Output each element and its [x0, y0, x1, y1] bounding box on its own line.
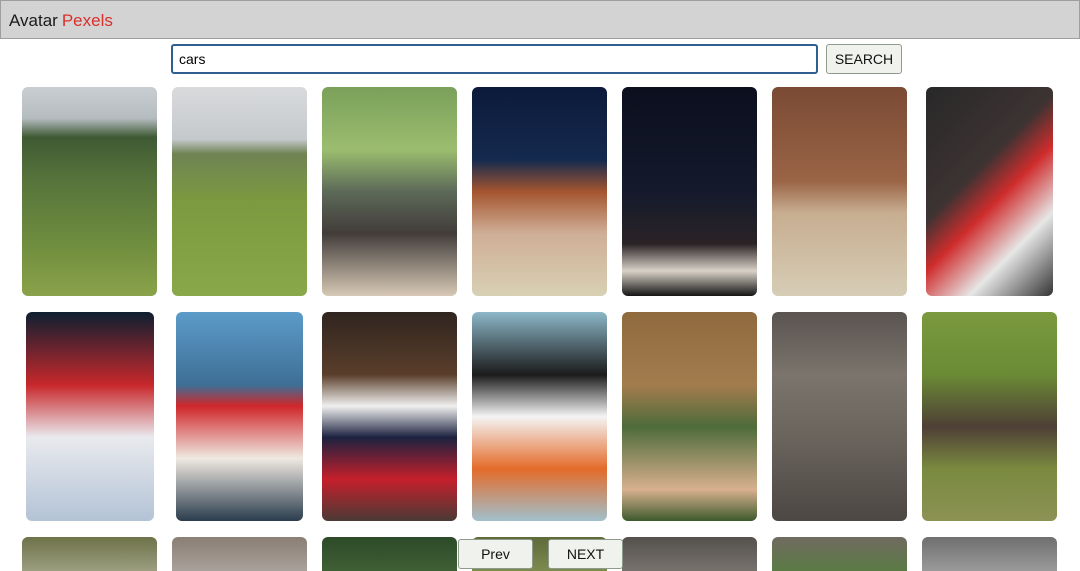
photo-thumbnail-row3-photo-6[interactable] [772, 537, 907, 571]
photo-thumbnail-row3-photo-3[interactable] [322, 537, 457, 571]
brand-logo[interactable]: Avatar Pexels [9, 11, 113, 31]
photo-thumbnail-twin-women-with-skull[interactable] [622, 87, 757, 296]
photo-thumbnail-spotted-dog[interactable] [472, 312, 607, 521]
photo-thumbnail-man-with-dog-on-bench[interactable] [322, 87, 457, 296]
photo-thumbnail-row3-photo-5[interactable] [622, 537, 757, 571]
photo-thumbnail-girl-in-costume[interactable] [322, 312, 457, 521]
next-page-button[interactable]: NEXT [548, 539, 623, 569]
photo-thumbnail-elephant-skin[interactable] [772, 312, 907, 521]
photo-thumbnail-warthog-in-grass[interactable] [922, 312, 1057, 521]
photo-thumbnail-rooster-closeup[interactable] [926, 87, 1053, 296]
photo-thumbnail-rooster-red-comb[interactable] [26, 312, 154, 521]
brand-name-secondary: Pexels [61, 11, 113, 30]
photo-thumbnail-dog-with-bubbles[interactable] [772, 87, 907, 296]
photo-thumbnail-horse-and-foal[interactable] [22, 87, 157, 296]
prev-page-button[interactable]: Prev [458, 539, 533, 569]
search-button[interactable]: SEARCH [826, 44, 902, 74]
photo-thumbnail-row3-photo-1[interactable] [22, 537, 157, 571]
brand-name-primary: Avatar [9, 11, 58, 30]
photo-thumbnail-rooster-portrait[interactable] [176, 312, 303, 521]
photo-thumbnail-row3-photo-7[interactable] [922, 537, 1057, 571]
top-bar: Avatar Pexels [0, 0, 1080, 39]
search-input[interactable] [171, 44, 818, 74]
photo-thumbnail-red-haired-woman[interactable] [472, 87, 607, 296]
photo-thumbnail-row3-photo-2[interactable] [172, 537, 307, 571]
photo-thumbnail-horses-grazing[interactable] [172, 87, 307, 296]
photo-thumbnail-deer-eating-from-hand[interactable] [622, 312, 757, 521]
